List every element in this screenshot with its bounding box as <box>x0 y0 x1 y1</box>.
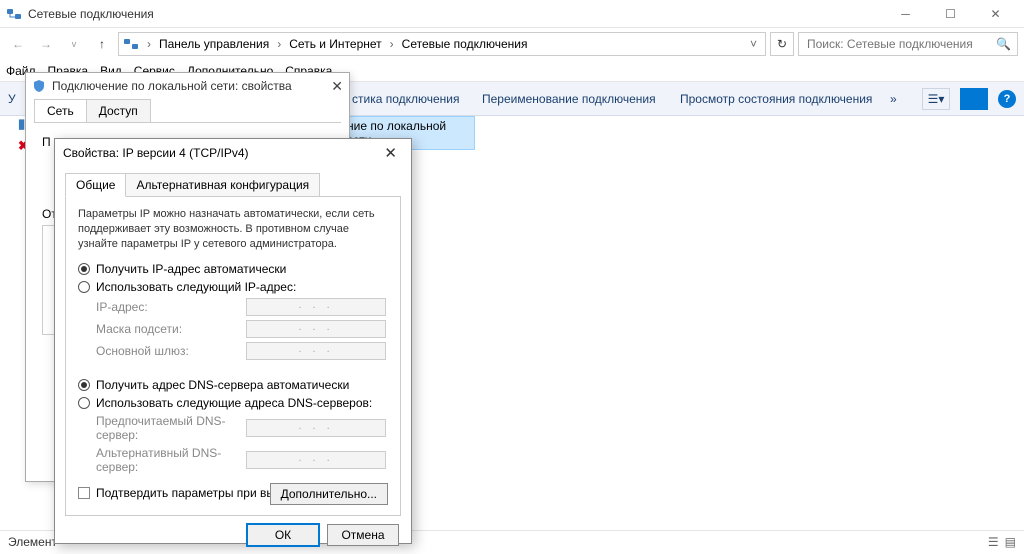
recent-dropdown[interactable]: v <box>62 32 86 56</box>
radio-ip-manual[interactable]: Использовать следующий IP-адрес: <box>78 280 388 294</box>
gateway-input: . . . <box>246 342 386 360</box>
shield-icon <box>32 79 46 93</box>
minimize-button[interactable]: ─ <box>883 0 928 28</box>
view-list-icon[interactable]: ☰ <box>988 535 999 549</box>
ok-button[interactable]: ОК <box>247 524 319 546</box>
radio-ip-auto[interactable]: Получить IP-адрес автоматически <box>78 262 388 276</box>
up-button[interactable]: ↑ <box>90 32 114 56</box>
help-icon[interactable]: ? <box>998 90 1016 108</box>
breadcrumb-item[interactable]: Сеть и Интернет <box>285 35 385 53</box>
breadcrumb-item[interactable]: Сетевые подключения <box>398 35 532 53</box>
dialog-title: Свойства: IP версии 4 (TCP/IPv4) <box>63 146 249 160</box>
cmd-overflow[interactable]: » <box>890 92 897 106</box>
description-text: Параметры IP можно назначать автоматичес… <box>78 207 388 252</box>
search-box[interactable]: 🔍 <box>798 32 1018 56</box>
dns-pref-input: . . . <box>246 419 386 437</box>
dialog-titlebar[interactable]: Подключение по локальной сети: свойства … <box>26 73 349 99</box>
chevron-right-icon: › <box>145 37 153 51</box>
dns-pref-label: Предпочитаемый DNS-сервер: <box>96 414 246 442</box>
ipv4-properties-dialog: Свойства: IP версии 4 (TCP/IPv4) ✕ Общие… <box>54 138 412 544</box>
dialog-title: Подключение по локальной сети: свойства <box>52 79 292 93</box>
tab-alt-config[interactable]: Альтернативная конфигурация <box>125 173 320 197</box>
search-icon[interactable]: 🔍 <box>996 37 1011 51</box>
window-titlebar: Сетевые подключения ─ ☐ ✕ <box>0 0 1024 28</box>
radio-icon <box>78 263 90 275</box>
cmd-diagnose[interactable]: стика подключения <box>352 92 460 106</box>
window-title: Сетевые подключения <box>28 7 883 21</box>
close-button[interactable]: ✕ <box>973 0 1018 28</box>
breadcrumb-expand[interactable]: ˅ <box>746 37 761 51</box>
close-icon[interactable]: ✕ <box>331 78 343 95</box>
network-icon <box>6 6 22 22</box>
radio-dns-auto[interactable]: Получить адрес DNS-сервера автоматически <box>78 378 388 392</box>
back-button[interactable]: ← <box>6 32 30 56</box>
radio-icon <box>78 379 90 391</box>
refresh-button[interactable]: ↻ <box>770 32 794 56</box>
cmd-organize[interactable]: У <box>8 92 16 106</box>
breadcrumb[interactable]: › Панель управления › Сеть и Интернет › … <box>118 32 766 56</box>
subnet-mask-label: Маска подсети: <box>96 322 246 336</box>
radio-icon <box>78 281 90 293</box>
cancel-button[interactable]: Отмена <box>327 524 399 546</box>
tab-general[interactable]: Общие <box>65 173 126 197</box>
network-icon <box>123 36 139 52</box>
subnet-mask-input: . . . <box>246 320 386 338</box>
radio-dns-manual[interactable]: Использовать следующие адреса DNS-сервер… <box>78 396 388 410</box>
chevron-right-icon: › <box>388 37 396 51</box>
ip-address-input: . . . <box>246 298 386 316</box>
radio-icon <box>78 397 90 409</box>
tab-access[interactable]: Доступ <box>86 99 151 122</box>
cmd-status[interactable]: Просмотр состояния подключения <box>680 92 872 106</box>
address-bar: ← → v ↑ › Панель управления › Сеть и Инт… <box>0 28 1024 60</box>
dns-alt-label: Альтернативный DNS-сервер: <box>96 446 246 474</box>
ip-address-label: IP-адрес: <box>96 300 246 314</box>
dns-alt-input: . . . <box>246 451 386 469</box>
view-toggle-2[interactable] <box>960 88 988 110</box>
gateway-label: Основной шлюз: <box>96 344 246 358</box>
maximize-button[interactable]: ☐ <box>928 0 973 28</box>
checkbox-icon <box>78 487 90 499</box>
close-icon[interactable]: ✕ <box>378 144 403 162</box>
general-panel: Параметры IP можно назначать автоматичес… <box>65 196 401 516</box>
tab-network[interactable]: Сеть <box>34 99 87 122</box>
advanced-button[interactable]: Дополнительно... <box>270 483 388 505</box>
view-toggle-1[interactable]: ☰▾ <box>922 88 950 110</box>
dialog-titlebar[interactable]: Свойства: IP версии 4 (TCP/IPv4) ✕ <box>55 139 411 167</box>
cmd-rename[interactable]: Переименование подключения <box>482 92 656 106</box>
view-details-icon[interactable]: ▤ <box>1005 535 1016 549</box>
forward-button[interactable]: → <box>34 32 58 56</box>
status-text: Элемент <box>8 535 57 549</box>
breadcrumb-item[interactable]: Панель управления <box>155 35 273 53</box>
chevron-right-icon: › <box>275 37 283 51</box>
search-input[interactable] <box>805 36 996 52</box>
